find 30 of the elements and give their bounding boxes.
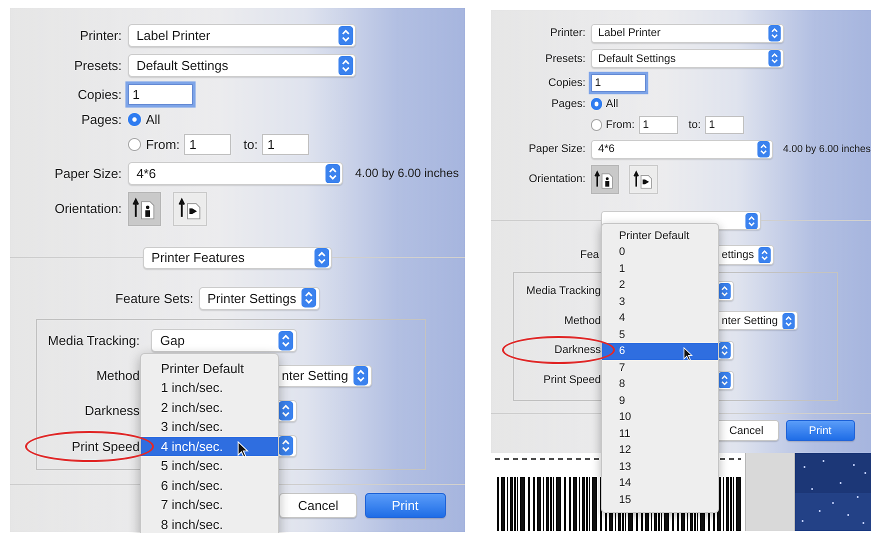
field-label: Method [95, 368, 140, 384]
radio-label: All [146, 112, 160, 127]
field-label: Pages: [550, 98, 586, 110]
field-label: Pages: [80, 112, 122, 127]
field-label: Paper Size: [54, 166, 122, 181]
field-label: Printer: [549, 27, 586, 40]
field-label: Print Speed [542, 374, 601, 386]
field-label: to: [243, 137, 258, 152]
field-label: Darkness [84, 403, 140, 418]
paper-size-note: 4.00 by 6.00 inches [783, 144, 871, 155]
field-label: Paper Size: [528, 143, 586, 156]
field-label: Copies: [76, 86, 122, 102]
field-label: Darkness [553, 344, 601, 356]
field-label: Print Speed [70, 438, 140, 454]
field-label: Copies: [547, 77, 586, 90]
radio-label: All [606, 98, 618, 110]
field-label: Feature Sets: [115, 290, 194, 306]
field-label: Media Tracking: [46, 333, 140, 348]
field-label: Presets: [73, 58, 122, 74]
paper-size-note: 4.00 by 6.00 inches [355, 166, 459, 180]
field-label: Printer: [78, 28, 122, 44]
radio-label: From: [606, 118, 635, 131]
field-label: Orientation: [528, 173, 586, 186]
field-label: Fea [580, 248, 600, 261]
field-label: Method [563, 314, 601, 327]
radio-label: From: [146, 137, 180, 152]
field-label: to: [688, 118, 701, 131]
field-label: Media Tracking [525, 285, 601, 298]
field-label: Orientation: [54, 201, 122, 216]
field-label: Presets: [544, 52, 586, 65]
